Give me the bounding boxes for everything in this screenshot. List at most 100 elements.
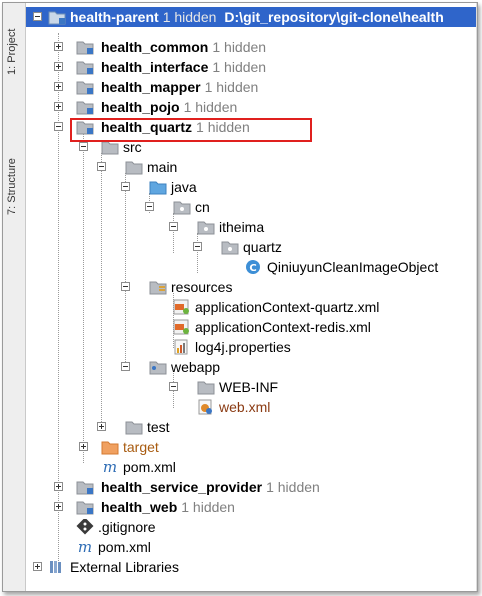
spring-xml-icon (173, 319, 189, 335)
folder-label: test (147, 419, 170, 435)
module-hidden-count: 1 hidden (266, 479, 320, 495)
tab-project[interactable]: 1: Project (6, 5, 22, 75)
folder-icon (197, 381, 215, 395)
tree-row-webapp[interactable]: webapp (26, 357, 477, 377)
tree-row-health-pojo[interactable]: health_pojo 1 hidden (26, 97, 477, 117)
collapse-toggle[interactable] (33, 12, 42, 21)
collapse-toggle[interactable] (121, 182, 130, 191)
module-name: health_interface (101, 59, 209, 75)
expand-toggle[interactable] (54, 62, 63, 71)
expand-toggle[interactable] (97, 422, 106, 431)
folder-label: webapp (171, 359, 221, 375)
module-hidden-count: 1 hidden (204, 79, 259, 95)
tree-row-root[interactable]: health-parent 1 hidden D:\git_repository\g… (26, 7, 477, 27)
scrollbar-track[interactable] (476, 3, 477, 591)
folder-label: java (171, 179, 197, 195)
libraries-icon (50, 561, 61, 573)
tree-row-itheima[interactable]: itheima (26, 217, 477, 237)
tree-row-cn[interactable]: cn (26, 197, 477, 217)
collapse-toggle[interactable] (169, 222, 178, 231)
expand-toggle[interactable] (33, 562, 42, 571)
file-label: applicationContext-redis.xml (195, 319, 371, 335)
tree-row-resource-file[interactable]: applicationContext-redis.xml (26, 317, 477, 337)
package-icon (197, 221, 215, 235)
tree-row-webxml[interactable]: web.xml (26, 397, 477, 417)
resources-folder-icon (149, 281, 167, 295)
collapse-toggle[interactable] (79, 142, 88, 151)
tree-row-webinf[interactable]: WEB-INF (26, 377, 477, 397)
module-name: health_pojo (101, 99, 180, 115)
package-label: cn (195, 199, 210, 215)
svg-text:m: m (78, 539, 92, 555)
package-label: quartz (243, 239, 282, 255)
tree-row-external-libraries[interactable]: External Libraries (26, 557, 477, 577)
source-root-folder-icon (149, 181, 167, 195)
tab-structure[interactable]: 7: Structure (6, 115, 22, 215)
tree-row-health-interface[interactable]: health_interface 1 hidden (26, 57, 477, 77)
module-hidden-count: 1 hidden (181, 499, 235, 515)
tree-row-resources[interactable]: resources (26, 277, 477, 297)
tree-row-gitignore[interactable]: .gitignore (26, 517, 477, 537)
project-tool-window: 1: Project 7: Structure health-parent 1 h… (2, 2, 478, 592)
tree-row-resource-file[interactable]: log4j.properties (26, 337, 477, 357)
module-folder-icon (76, 101, 94, 115)
collapse-toggle[interactable] (121, 362, 130, 371)
expand-toggle[interactable] (54, 482, 63, 491)
collapse-toggle[interactable] (54, 122, 63, 131)
tree-row-java[interactable]: java (26, 177, 477, 197)
module-name: health_common (101, 39, 209, 55)
tree-row-module-pom[interactable]: m pom.xml (26, 457, 477, 477)
tree-row-target[interactable]: target (26, 437, 477, 457)
collapse-toggle[interactable] (193, 242, 202, 251)
tree-row-class-file[interactable]: C QiniuyunCleanImageObject (26, 257, 477, 277)
tree-row-health-mapper[interactable]: health_mapper 1 hidden (26, 77, 477, 97)
module-name: health_service_provider (101, 479, 263, 495)
module-hidden-count: 1 hidden (212, 59, 267, 75)
svg-text:m: m (103, 459, 117, 475)
root-module-label: health-parent 1 hidden D:\git_repository\g… (70, 8, 444, 26)
expand-toggle[interactable] (54, 102, 63, 111)
folder-label: resources (171, 279, 233, 295)
file-label: applicationContext-quartz.xml (195, 299, 380, 315)
collapse-toggle[interactable] (121, 282, 130, 291)
collapse-toggle[interactable] (169, 382, 178, 391)
tree-row-health-common[interactable]: health_common 1 hidden (26, 37, 477, 57)
left-tool-strip: 1: Project 7: Structure (3, 3, 26, 591)
spring-xml-icon (173, 299, 189, 315)
collapse-toggle[interactable] (97, 162, 106, 171)
root-hidden-count: 1 hidden (162, 9, 217, 25)
file-label: web.xml (219, 399, 271, 415)
root-path: D:\git_repository\git-clone\health (224, 9, 444, 25)
expand-toggle[interactable] (79, 442, 88, 451)
module-folder-icon (76, 61, 94, 75)
java-class-icon: C (246, 260, 260, 274)
package-icon (173, 201, 191, 215)
module-folder-icon (76, 501, 94, 515)
folder-icon (125, 421, 143, 435)
folder-label: main (147, 159, 178, 175)
folder-label: WEB-INF (219, 379, 279, 395)
module-name: health_mapper (101, 79, 201, 95)
tree-row-health-web[interactable]: health_web 1 hidden (26, 497, 477, 517)
module-folder-icon (48, 11, 66, 25)
expand-toggle[interactable] (54, 502, 63, 511)
file-label: pom.xml (98, 539, 151, 555)
collapse-toggle[interactable] (145, 202, 154, 211)
class-file-label: QiniuyunCleanImageObject (267, 259, 439, 275)
tree-row-test[interactable]: test (26, 417, 477, 437)
expand-toggle[interactable] (54, 82, 63, 91)
tree-row-root-pom[interactable]: m pom.xml (26, 537, 477, 557)
git-icon (76, 519, 94, 535)
tree-row-main[interactable]: main (26, 157, 477, 177)
tree-row-quartz-package[interactable]: quartz (26, 237, 477, 257)
package-icon (221, 241, 239, 255)
tree-row-health-service-provider[interactable]: health_service_provider 1 hidden (26, 477, 477, 497)
folder-label: target (123, 439, 159, 455)
project-tree: health-parent 1 hidden D:\git_repository\g… (26, 3, 477, 591)
web-folder-icon (149, 361, 167, 375)
tree-row-resource-file[interactable]: applicationContext-quartz.xml (26, 297, 477, 317)
module-name: health_web (101, 499, 178, 515)
maven-icon: m (78, 539, 92, 555)
expand-toggle[interactable] (54, 42, 63, 51)
web-xml-icon (198, 399, 212, 415)
